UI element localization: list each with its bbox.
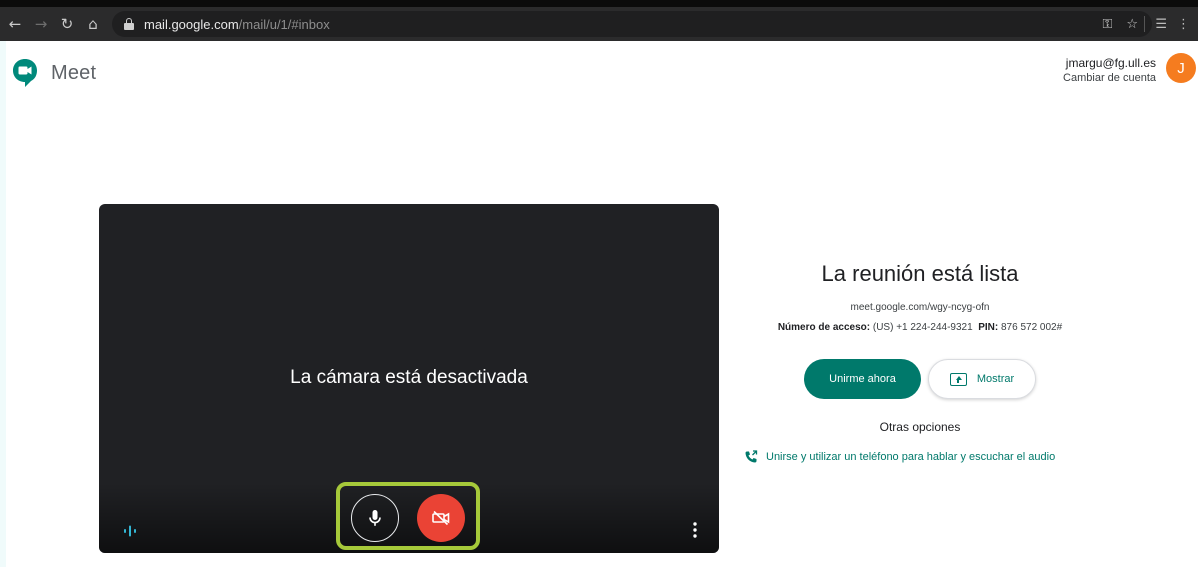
- camera-off-message: La cámara está desactivada: [290, 367, 528, 388]
- url-path: /mail/u/1/#inbox: [238, 16, 330, 32]
- back-icon[interactable]: ←: [2, 11, 28, 37]
- meeting-ready-title: La reunión está lista: [821, 261, 1019, 286]
- audio-level-icon: [124, 525, 136, 537]
- microphone-icon: [369, 510, 381, 526]
- switch-account-link[interactable]: Cambiar de cuenta: [1063, 71, 1156, 85]
- home-icon[interactable]: ⌂: [80, 11, 106, 37]
- access-number: (US) +1 224-244-9321: [872, 322, 973, 333]
- page-left-edge: [0, 41, 6, 567]
- lock-icon: [124, 18, 134, 30]
- meet-logo-icon[interactable]: [12, 58, 38, 88]
- pin-value: 876 572 002#: [1001, 322, 1063, 333]
- key-icon[interactable]: ⚿: [1102, 17, 1112, 32]
- phone-forward-icon: [745, 450, 758, 463]
- window-top-strip: [0, 0, 1198, 7]
- other-options-heading: Otras opciones: [879, 420, 961, 434]
- avatar[interactable]: J: [1166, 53, 1196, 83]
- star-icon[interactable]: ☆: [1126, 17, 1138, 32]
- present-label: Mostrar: [976, 373, 1015, 385]
- toolbar-right: ☰ ⋮: [1144, 7, 1190, 41]
- mic-toggle-button[interactable]: [351, 494, 399, 542]
- toolbar-divider: [1144, 16, 1146, 32]
- camera-toggle-button[interactable]: [417, 494, 465, 542]
- more-options-icon[interactable]: [689, 520, 701, 540]
- pin-label: PIN:: [978, 322, 999, 333]
- join-now-button[interactable]: Unirme ahora: [804, 359, 921, 399]
- access-label: Número de acceso:: [777, 322, 871, 333]
- account-info[interactable]: jmargu@fg.ull.es Cambiar de cuenta: [1063, 56, 1156, 85]
- brand-name: Meet: [51, 62, 97, 84]
- url-host: mail.google.com: [144, 16, 239, 32]
- video-preview: La cámara está desactivada: [99, 204, 719, 553]
- present-button[interactable]: Mostrar: [928, 359, 1036, 399]
- camera-off-icon: [432, 510, 450, 526]
- dial-in-info: Número de acceso: (US) +1 224-244-9321 P…: [760, 322, 1080, 333]
- browser-toolbar: ← → ↻ ⌂ mail.google.com/mail/u/1/#inbox …: [0, 7, 1198, 41]
- join-by-phone-link[interactable]: Unirse y utilizar un teléfono para habla…: [744, 450, 1055, 464]
- meet-header: Meet jmargu@fg.ull.es Cambiar de cuenta …: [0, 41, 1198, 101]
- reading-list-icon[interactable]: ☰: [1155, 17, 1167, 32]
- menu-icon[interactable]: ⋮: [1177, 17, 1190, 32]
- forward-icon[interactable]: →: [28, 11, 54, 37]
- meeting-url: meet.google.com/wgy-ncyg-ofn: [850, 302, 990, 313]
- account-email: jmargu@fg.ull.es: [1065, 56, 1156, 70]
- join-by-phone-label: Unirse y utilizar un teléfono para habla…: [766, 451, 1056, 463]
- reload-icon[interactable]: ↻: [54, 11, 80, 37]
- address-bar[interactable]: mail.google.com/mail/u/1/#inbox ⚿ ☆: [112, 11, 1152, 37]
- present-screen-icon: [949, 372, 967, 386]
